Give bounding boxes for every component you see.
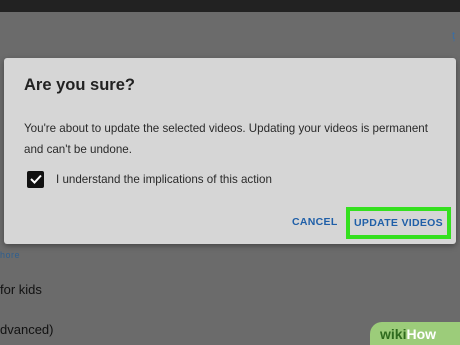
top-bar xyxy=(0,0,460,12)
update-videos-button[interactable]: UPDATE VIDEOS xyxy=(346,207,451,239)
partial-icon: ț xyxy=(452,30,456,42)
background-link[interactable]: hore xyxy=(0,250,20,260)
background-option-kids: for kids xyxy=(0,282,42,297)
background-option-advanced: dvanced) xyxy=(0,322,54,337)
acknowledge-row[interactable]: I understand the implications of this ac… xyxy=(27,170,272,188)
wikihow-watermark: wiki How xyxy=(370,322,460,345)
cancel-button[interactable]: CANCEL xyxy=(292,212,338,232)
acknowledge-label: I understand the implications of this ac… xyxy=(56,172,272,186)
confirm-dialog: Are you sure? You're about to update the… xyxy=(4,58,456,244)
checkmark-icon xyxy=(29,174,42,184)
watermark-suffix: How xyxy=(406,325,437,342)
dialog-message: You're about to update the selected vide… xyxy=(24,122,428,156)
acknowledge-checkbox[interactable] xyxy=(27,170,44,188)
watermark-prefix: wiki xyxy=(380,325,407,342)
dialog-title: Are you sure? xyxy=(24,76,135,94)
